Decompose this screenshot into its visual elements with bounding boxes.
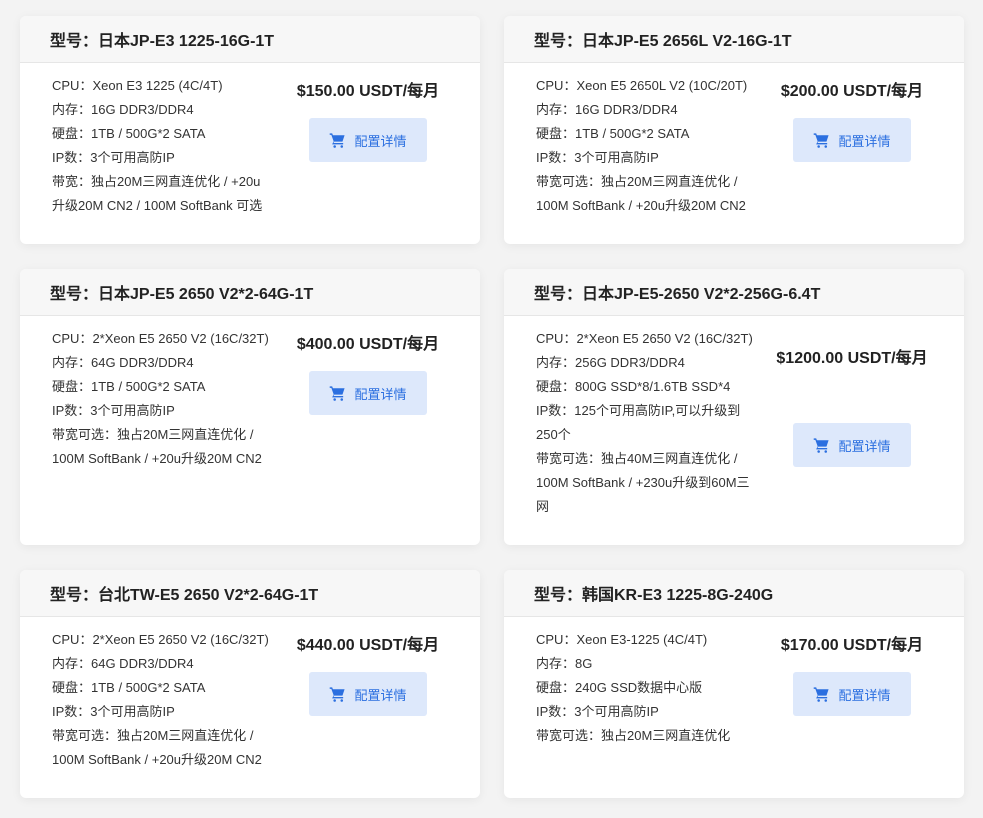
spec-cpu: CPU：Xeon E3-1225 (4C/4T) — [536, 632, 708, 647]
card-title: 型号：韩国KR-E3 1225-8G-240G — [504, 570, 964, 617]
price-label: $400.00 USDT/每月 — [296, 336, 440, 353]
spec-ip-cont: 250个 — [536, 427, 571, 442]
spec-memory: 内存：256G DDR3/DDR4 — [536, 355, 685, 370]
cart-icon — [329, 132, 346, 149]
spec-list: CPU：2*Xeon E5 2650 V2 (16C/32T) 内存：64G D… — [52, 327, 292, 471]
cart-icon — [329, 385, 346, 402]
cart-icon — [813, 686, 830, 703]
spec-memory: 内存：64G DDR3/DDR4 — [52, 656, 194, 671]
product-card: 型号：台北TW-E5 2650 V2*2-64G-1T CPU：2*Xeon E… — [20, 570, 480, 798]
spec-bandwidth-cont: 100M SoftBank / +20u升级20M CN2 — [52, 451, 262, 466]
product-card: 型号：日本JP-E5-2650 V2*2-256G-6.4T CPU：2*Xeo… — [504, 269, 964, 545]
price-label: $440.00 USDT/每月 — [296, 637, 440, 654]
config-details-button[interactable]: 配置详情 — [309, 371, 427, 415]
cart-icon — [329, 686, 346, 703]
button-label: 配置详情 — [838, 133, 891, 149]
config-details-button[interactable]: 配置详情 — [309, 118, 427, 162]
spec-list: CPU：Xeon E3-1225 (4C/4T) 内存：8G 硬盘：240G S… — [536, 628, 776, 748]
button-label: 配置详情 — [354, 687, 407, 703]
price-label: $170.00 USDT/每月 — [780, 637, 924, 654]
product-card: 型号：日本JP-E5 2650 V2*2-64G-1T CPU：2*Xeon E… — [20, 269, 480, 545]
spec-ip: IP数：3个可用高防IP — [536, 704, 659, 719]
spec-memory: 内存：8G — [536, 656, 593, 671]
button-label: 配置详情 — [354, 133, 407, 149]
config-details-button[interactable]: 配置详情 — [793, 118, 911, 162]
spec-ip: IP数：3个可用高防IP — [52, 150, 175, 165]
spec-disk: 硬盘：1TB / 500G*2 SATA — [52, 379, 206, 394]
spec-bandwidth-cont: 升级20M CN2 / 100M SoftBank 可选 — [52, 198, 263, 213]
spec-disk: 硬盘：1TB / 500G*2 SATA — [52, 680, 206, 695]
spec-bandwidth: 带宽可选：独占20M三网直连优化 / — [52, 427, 254, 442]
spec-memory: 内存：64G DDR3/DDR4 — [52, 355, 194, 370]
card-title: 型号：台北TW-E5 2650 V2*2-64G-1T — [20, 570, 480, 617]
spec-memory: 内存：16G DDR3/DDR4 — [536, 102, 678, 117]
spec-bandwidth: 带宽可选：独占40M三网直连优化 / — [536, 451, 738, 466]
card-title: 型号：日本JP-E5 2656L V2-16G-1T — [504, 16, 964, 63]
spec-bandwidth-cont: 网 — [536, 499, 550, 514]
spec-cpu: CPU：Xeon E5 2650L V2 (10C/20T) — [536, 78, 748, 93]
spec-disk: 硬盘：800G SSD*8/1.6TB SSD*4 — [536, 379, 731, 394]
spec-cpu: CPU：2*Xeon E5 2650 V2 (16C/32T) — [52, 632, 269, 647]
spec-ip: IP数：3个可用高防IP — [536, 150, 659, 165]
spec-memory: 内存：16G DDR3/DDR4 — [52, 102, 194, 117]
spec-list: CPU：Xeon E3 1225 (4C/4T) 内存：16G DDR3/DDR… — [52, 74, 292, 218]
price-label: $150.00 USDT/每月 — [296, 83, 440, 100]
card-title: 型号：日本JP-E5-2650 V2*2-256G-6.4T — [504, 269, 964, 316]
spec-disk: 硬盘：1TB / 500G*2 SATA — [536, 126, 690, 141]
product-card: 型号：日本JP-E3 1225-16G-1T CPU：Xeon E3 1225 … — [20, 16, 480, 244]
price-label: $200.00 USDT/每月 — [780, 83, 924, 100]
spec-disk: 硬盘：240G SSD数据中心版 — [536, 680, 703, 695]
cart-icon — [813, 132, 830, 149]
spec-ip: IP数：3个可用高防IP — [52, 704, 175, 719]
spec-bandwidth-cont: 100M SoftBank / +20u升级20M CN2 — [52, 752, 262, 767]
spec-bandwidth-cont: 100M SoftBank / +20u升级20M CN2 — [536, 198, 746, 213]
spec-bandwidth: 带宽：独占20M三网直连优化 / +20u — [52, 174, 261, 189]
spec-ip: IP数：3个可用高防IP — [52, 403, 175, 418]
config-details-button[interactable]: 配置详情 — [793, 423, 911, 467]
spec-ip: IP数：125个可用高防IP,可以升级到 — [536, 403, 741, 418]
spec-list: CPU：2*Xeon E5 2650 V2 (16C/32T) 内存：256G … — [536, 327, 776, 519]
button-label: 配置详情 — [354, 386, 407, 402]
spec-bandwidth: 带宽可选：独占20M三网直连优化 / — [536, 174, 738, 189]
product-card: 型号：韩国KR-E3 1225-8G-240G CPU：Xeon E3-1225… — [504, 570, 964, 798]
spec-disk: 硬盘：1TB / 500G*2 SATA — [52, 126, 206, 141]
spec-bandwidth: 带宽可选：独占20M三网直连优化 — [536, 728, 731, 743]
config-details-button[interactable]: 配置详情 — [793, 672, 911, 716]
cart-icon — [813, 437, 830, 454]
card-title: 型号：日本JP-E5 2650 V2*2-64G-1T — [20, 269, 480, 316]
button-label: 配置详情 — [838, 687, 891, 703]
product-card: 型号：日本JP-E5 2656L V2-16G-1T CPU：Xeon E5 2… — [504, 16, 964, 244]
spec-list: CPU：2*Xeon E5 2650 V2 (16C/32T) 内存：64G D… — [52, 628, 292, 772]
spec-bandwidth-cont: 100M SoftBank / +230u升级到60M三 — [536, 475, 750, 490]
spec-cpu: CPU：2*Xeon E5 2650 V2 (16C/32T) — [536, 331, 753, 346]
config-details-button[interactable]: 配置详情 — [309, 672, 427, 716]
spec-list: CPU：Xeon E5 2650L V2 (10C/20T) 内存：16G DD… — [536, 74, 776, 218]
spec-bandwidth: 带宽可选：独占20M三网直连优化 / — [52, 728, 254, 743]
button-label: 配置详情 — [838, 438, 891, 454]
price-label: $1200.00 USDT/每月 — [776, 350, 928, 367]
card-title: 型号：日本JP-E3 1225-16G-1T — [20, 16, 480, 63]
spec-cpu: CPU：2*Xeon E5 2650 V2 (16C/32T) — [52, 331, 269, 346]
spec-cpu: CPU：Xeon E3 1225 (4C/4T) — [52, 78, 223, 93]
